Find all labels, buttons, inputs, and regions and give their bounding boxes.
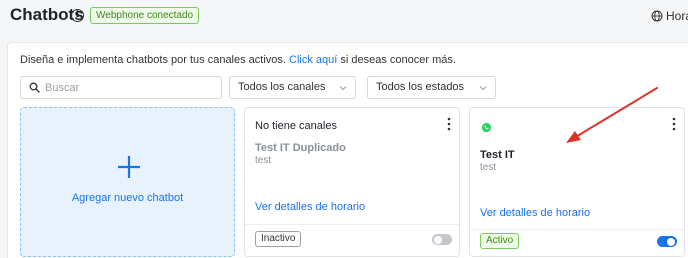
card-divider	[245, 224, 459, 225]
intro-text: Diseña e implementa chatbots por tus can…	[20, 54, 456, 66]
info-icon[interactable]: i	[71, 9, 84, 22]
states-filter-value: Todos los estados	[376, 81, 465, 93]
learn-more-link[interactable]: Click aquí	[289, 54, 337, 66]
timezone-selector[interactable]: Hora	[651, 9, 688, 23]
add-chatbot-card[interactable]: Agregar nuevo chatbot	[20, 107, 235, 257]
top-bar: Chatbots i Webphone conectado Hora	[0, 0, 688, 34]
globe-icon	[651, 10, 663, 22]
more-options-icon[interactable]	[672, 117, 676, 131]
add-chatbot-label: Agregar nuevo chatbot	[71, 192, 184, 204]
chatbot-card[interactable]: No tiene canales Test IT Duplicado test …	[244, 107, 460, 257]
chatbot-description: test	[480, 162, 497, 173]
timezone-label: Hora	[666, 9, 688, 23]
enable-toggle[interactable]	[657, 236, 677, 247]
status-badge: Activo	[480, 233, 520, 249]
search-icon	[29, 82, 40, 93]
status-badge: Inactivo	[255, 231, 302, 247]
chevron-down-icon	[479, 86, 487, 91]
card-channel-label: No tiene canales	[255, 120, 337, 132]
chatbot-name: Test IT Duplicado	[255, 142, 346, 154]
schedule-details-link[interactable]: Ver detalles de horario	[480, 207, 590, 219]
chatbot-card[interactable]: Test IT test Ver detalles de horario Act…	[469, 107, 685, 257]
webphone-status-badge: Webphone conectado	[90, 7, 200, 24]
enable-toggle[interactable]	[432, 234, 452, 245]
search-box[interactable]	[20, 76, 222, 99]
search-input[interactable]	[45, 81, 215, 94]
schedule-details-link[interactable]: Ver detalles de horario	[255, 201, 365, 213]
chatbots-panel: Diseña e implementa chatbots por tus can…	[7, 42, 688, 258]
more-options-icon[interactable]	[447, 117, 451, 131]
plus-icon	[118, 156, 140, 178]
whatsapp-icon	[481, 122, 492, 133]
intro-suffix: si deseas conocer más.	[340, 54, 456, 66]
channels-filter-value: Todos los canales	[238, 81, 326, 93]
chevron-down-icon	[339, 86, 347, 91]
channels-filter-select[interactable]: Todos los canales	[229, 76, 356, 99]
chatbot-description: test	[255, 155, 272, 166]
chatbot-name: Test IT	[480, 149, 515, 161]
states-filter-select[interactable]: Todos los estados	[367, 76, 496, 99]
intro-description: Diseña e implementa chatbots por tus can…	[20, 54, 286, 66]
card-divider	[470, 229, 684, 230]
